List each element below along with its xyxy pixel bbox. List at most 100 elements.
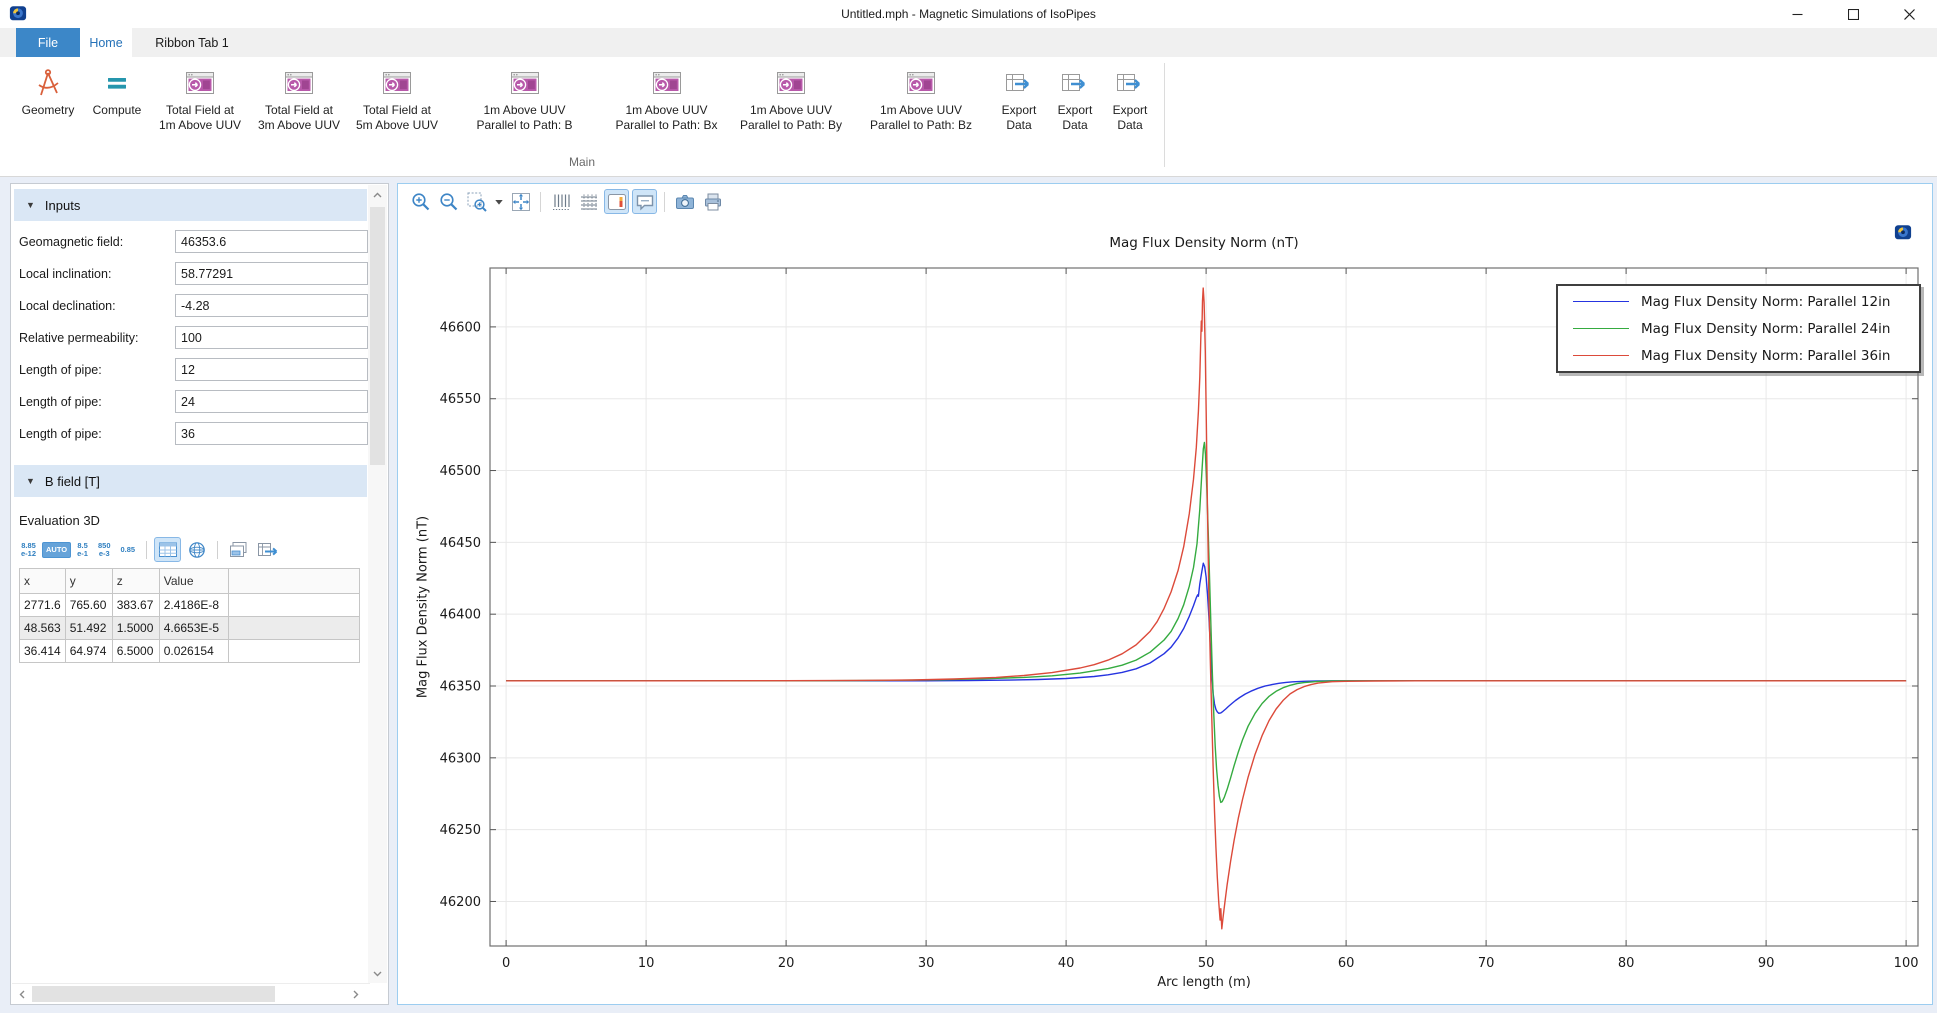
maximize-button[interactable] — [1825, 0, 1881, 28]
table-row[interactable]: 36.41464.9746.50000.026154 — [20, 640, 360, 663]
ribbon-button-export-data[interactable]: Export Data — [990, 63, 1048, 132]
sphere-view-icon[interactable] — [183, 537, 210, 562]
column-header[interactable]: y — [65, 569, 112, 594]
table-cell: 765.60 — [65, 594, 112, 617]
field-label: Local declination: — [19, 299, 116, 313]
field-label: Geomagnetic field: — [19, 235, 123, 249]
ribbon-button-1m-above-uuv-parallel-to-path-by[interactable]: 1m Above UUV Parallel to Path: By — [730, 63, 852, 132]
table-toolbar: 8.85 e-12AUTO8.5 e-1850 e-30.85 — [17, 536, 281, 563]
legend-entry: Mag Flux Density Norm: Parallel 24in — [1558, 315, 1919, 342]
svg-text:46250: 46250 — [440, 823, 481, 838]
svg-text:46400: 46400 — [440, 608, 481, 623]
ribbon-button-1m-above-uuv-parallel-to-path-b[interactable]: 1m Above UUV Parallel to Path: B — [446, 63, 603, 132]
ribbon-button-1m-above-uuv-parallel-to-path-bx[interactable]: 1m Above UUV Parallel to Path: Bx — [603, 63, 730, 132]
scroll-up-button[interactable] — [368, 185, 387, 205]
toolbar-separator — [146, 541, 147, 559]
field-input-length-of-pipe[interactable] — [175, 390, 368, 413]
ribbon-button-export-data[interactable]: Export Data — [1048, 63, 1102, 132]
close-button[interactable] — [1881, 0, 1937, 28]
tab-home[interactable]: Home — [80, 28, 132, 57]
field-label: Length of pipe: — [19, 427, 102, 441]
precision-scientific-button[interactable]: 8.5 e-1 — [73, 538, 92, 562]
evaluation-3d-label: Evaluation 3D — [19, 513, 100, 528]
field-input-local-declination[interactable] — [175, 294, 368, 317]
ribbon-button-total-field-at-1m-above-uuv[interactable]: Total Field at 1m Above UUV — [150, 63, 250, 132]
export-table-icon[interactable] — [254, 537, 281, 562]
svg-text:46550: 46550 — [440, 392, 481, 407]
form-row: Local inclination: — [11, 262, 367, 286]
svg-text:50: 50 — [1198, 956, 1215, 971]
field-input-length-of-pipe[interactable] — [175, 422, 368, 445]
table-cell: 2.4186E-8 — [159, 594, 228, 617]
legend-line-swatch — [1573, 328, 1629, 329]
horizontal-scrollbar-thumb[interactable] — [32, 986, 275, 1002]
precision-auto-button[interactable]: AUTO — [42, 542, 71, 558]
table-header-row: xyzValue — [20, 569, 360, 594]
section-header-b-field[interactable]: ▼ B field [T] — [14, 465, 367, 497]
svg-text:46350: 46350 — [440, 680, 481, 695]
precision-engineering-button[interactable]: 850 e-3 — [94, 538, 115, 562]
ribbon-button-1m-above-uuv-parallel-to-path-bz[interactable]: 1m Above UUV Parallel to Path: Bz — [852, 63, 990, 132]
table-cell: 1.5000 — [112, 617, 159, 640]
ribbon-group-main: Geometry Compute Total Field at 1m Above U… — [12, 63, 1158, 132]
settings-vertical-scrollbar[interactable] — [368, 185, 387, 983]
tab-ribbon-tab-1[interactable]: Ribbon Tab 1 — [134, 28, 250, 57]
column-header[interactable]: x — [20, 569, 66, 594]
field-input-relative-permeability[interactable] — [175, 326, 368, 349]
tab-file[interactable]: File — [16, 28, 80, 57]
table-view-icon[interactable] — [154, 537, 181, 562]
plot-window-icon — [776, 67, 806, 99]
ribbon-button-label: Compute — [93, 103, 142, 118]
form-row: Length of pipe: — [11, 358, 367, 382]
ribbon-button-label: Export Data — [1002, 103, 1037, 132]
ribbon-button-total-field-at-5m-above-uuv[interactable]: Total Field at 5m Above UUV — [348, 63, 446, 132]
geometry-compass-icon — [33, 67, 63, 99]
scroll-left-button[interactable] — [12, 984, 32, 1004]
scroll-down-button[interactable] — [368, 963, 387, 983]
table-cell: 51.492 — [65, 617, 112, 640]
precision-decimal-button[interactable]: 0.85 — [117, 542, 140, 558]
close-icon — [1904, 9, 1915, 20]
plot-window-icon — [185, 67, 215, 99]
ribbon-button-label: 1m Above UUV Parallel to Path: By — [740, 103, 842, 132]
comsol-logo-icon — [9, 5, 27, 22]
field-input-geomagnetic-field[interactable] — [175, 230, 368, 253]
form-row: Relative permeability: — [11, 326, 367, 350]
ribbon-button-compute[interactable]: Compute — [84, 63, 150, 118]
window-controls — [1769, 0, 1937, 28]
field-input-length-of-pipe[interactable] — [175, 358, 368, 381]
ribbon-button-label: Total Field at 3m Above UUV — [258, 103, 340, 132]
maximize-icon — [1848, 9, 1859, 20]
svg-text:46500: 46500 — [440, 464, 481, 479]
field-label: Length of pipe: — [19, 395, 102, 409]
duplicate-table-icon[interactable] — [225, 537, 252, 562]
vertical-scrollbar-thumb[interactable] — [370, 207, 385, 465]
settings-horizontal-scrollbar[interactable] — [12, 983, 370, 1003]
column-header[interactable]: z — [112, 569, 159, 594]
field-input-local-inclination[interactable] — [175, 262, 368, 285]
scroll-right-button[interactable] — [345, 984, 365, 1004]
ribbon-tab-bar: File Home Ribbon Tab 1 — [0, 28, 1937, 57]
minimize-button[interactable] — [1769, 0, 1825, 28]
plot-window-icon — [382, 67, 412, 99]
table-row[interactable]: 2771.6765.60383.672.4186E-8 — [20, 594, 360, 617]
export-table-icon — [1116, 67, 1144, 99]
legend-label: Mag Flux Density Norm: Parallel 24in — [1641, 321, 1890, 337]
section-header-inputs[interactable]: ▼ Inputs — [14, 189, 367, 221]
toolbar-separator — [217, 541, 218, 559]
legend-entry: Mag Flux Density Norm: Parallel 36in — [1558, 342, 1919, 369]
table-cell: 6.5000 — [112, 640, 159, 663]
precision-full-button[interactable]: 8.85 e-12 — [17, 538, 40, 562]
svg-text:90: 90 — [1758, 956, 1775, 971]
compute-equals-icon — [104, 67, 130, 99]
table-cell: 48.563 — [20, 617, 66, 640]
ribbon-button-export-data[interactable]: Export Data — [1102, 63, 1158, 132]
ribbon-button-geometry[interactable]: Geometry — [12, 63, 84, 118]
x-axis-label: Arc length (m) — [490, 975, 1918, 990]
column-header[interactable]: Value — [159, 569, 228, 594]
table-row[interactable]: 48.56351.4921.50004.6653E-5 — [20, 617, 360, 640]
ribbon-button-total-field-at-3m-above-uuv[interactable]: Total Field at 3m Above UUV — [250, 63, 348, 132]
column-header[interactable] — [228, 569, 359, 594]
ribbon-group-separator — [1164, 63, 1165, 167]
svg-text:100: 100 — [1894, 956, 1919, 971]
